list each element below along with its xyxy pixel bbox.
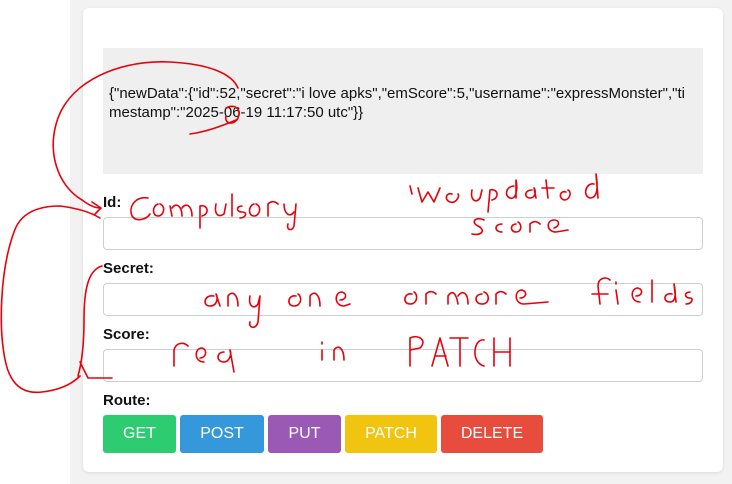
delete-button[interactable]: DELETE	[441, 415, 543, 453]
secret-input[interactable]	[103, 283, 703, 316]
get-button[interactable]: GET	[103, 415, 176, 453]
score-input[interactable]	[103, 349, 703, 382]
route-label: Route:	[103, 392, 151, 409]
secret-label: Secret:	[103, 260, 154, 277]
id-input[interactable]	[103, 217, 703, 250]
id-label: Id:	[103, 194, 122, 211]
put-button[interactable]: PUT	[268, 415, 341, 453]
post-button[interactable]: POST	[180, 415, 264, 453]
patch-button[interactable]: PATCH	[345, 415, 437, 453]
response-output: {"newData":{"id":52,"secret":"i love apk…	[103, 48, 703, 174]
response-json-text: {"newData":{"id":52,"secret":"i love apk…	[109, 85, 685, 121]
score-label: Score:	[103, 326, 150, 343]
left-margin	[0, 0, 70, 484]
